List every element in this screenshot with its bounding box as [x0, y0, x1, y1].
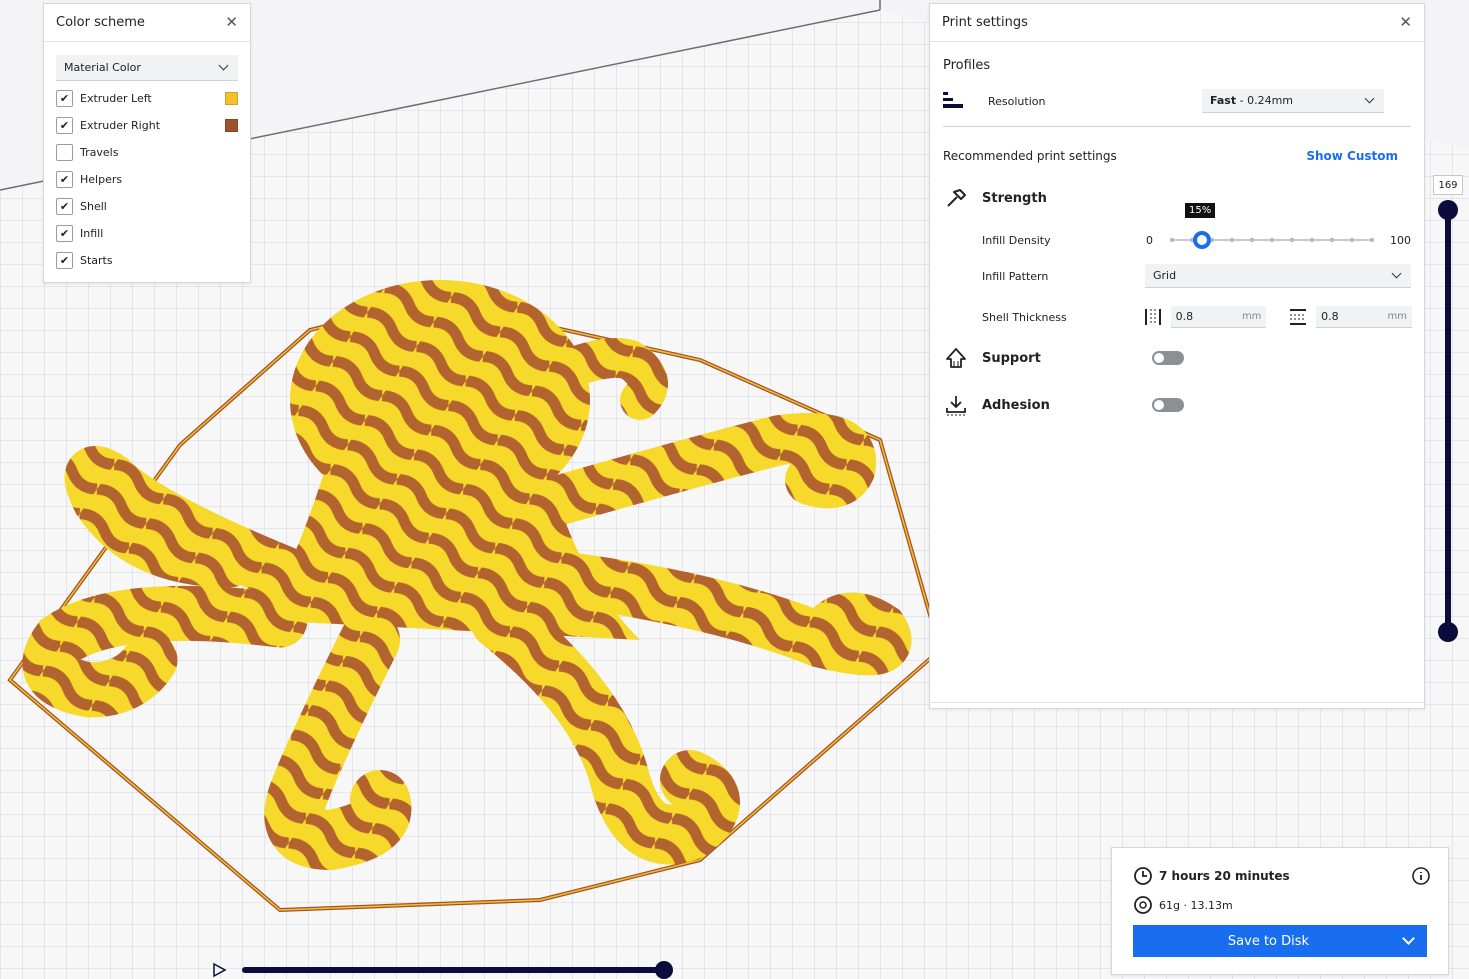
infill-density-label: Infill Density [982, 233, 1051, 247]
chevron-down-icon [1391, 268, 1402, 279]
checkbox-checked[interactable]: ✔ [56, 171, 73, 188]
infill-pattern-label: Infill Pattern [982, 269, 1049, 283]
adhesion-icon [946, 396, 966, 416]
close-icon[interactable]: ✕ [1399, 15, 1412, 30]
color-swatch [225, 92, 238, 105]
infill-density-tooltip: 15% [1185, 203, 1216, 218]
color-scheme-item[interactable]: ✔ Shell [44, 193, 250, 220]
color-scheme-header: Color scheme ✕ [44, 4, 250, 42]
chevron-down-icon[interactable] [1402, 932, 1415, 945]
resolution-icon [943, 92, 963, 108]
infill-pattern-select[interactable]: Grid [1145, 264, 1411, 288]
layer-slider-top-handle [1438, 200, 1458, 220]
slider-tick [1229, 237, 1235, 243]
slider-tick [1249, 237, 1255, 243]
color-scheme-item[interactable]: ✔ Extruder Left [44, 85, 250, 112]
clock-icon [1134, 867, 1152, 885]
resolution-value: Fast - 0.24mm [1210, 94, 1293, 107]
color-scheme-item[interactable]: ✔ Infill [44, 220, 250, 247]
resolution-label: Resolution [988, 94, 1046, 108]
print-time: 7 hours 20 minutes [1159, 869, 1290, 883]
resolution-select[interactable]: Fast - 0.24mm [1202, 89, 1384, 113]
strength-heading: Strength [982, 190, 1047, 206]
color-scheme-item[interactable]: ✔ Helpers [44, 166, 250, 193]
layer-slider-bottom-handle [1438, 622, 1458, 642]
print-summary-panel: 7 hours 20 minutes 61g · 13.13m Save to … [1111, 847, 1449, 975]
infill-density-min: 0 [1146, 233, 1153, 247]
color-scheme-panel: Color scheme ✕ Material Color ✔ Extruder … [43, 3, 251, 283]
slider-tick [1369, 237, 1374, 243]
info-icon[interactable] [1411, 866, 1431, 886]
shell-thickness-label: Shell Thickness [982, 310, 1067, 324]
color-scheme-select[interactable]: Material Color [56, 55, 238, 81]
support-toggle[interactable] [1152, 351, 1184, 365]
color-scheme-item[interactable]: ✔ Starts [44, 247, 250, 274]
support-heading: Support [982, 350, 1041, 366]
divider [943, 126, 1411, 127]
color-scheme-item-label: Travels [80, 146, 119, 159]
chevron-down-icon [1364, 93, 1375, 104]
color-scheme-item-label: Extruder Left [80, 92, 152, 105]
layer-view-handle [655, 961, 673, 979]
color-scheme-select-value: Material Color [64, 61, 141, 74]
slider-tick [1349, 237, 1355, 243]
spool-icon [1134, 896, 1152, 914]
color-scheme-title: Color scheme [56, 15, 145, 30]
color-scheme-item-label: Shell [80, 200, 107, 213]
slider-tick [1289, 237, 1295, 243]
wall-thickness-input[interactable]: 0.8 mm [1170, 306, 1267, 328]
color-scheme-item-label: Infill [80, 227, 104, 240]
color-scheme-item-label: Starts [80, 254, 113, 267]
infill-density-slider[interactable] [1170, 228, 1374, 252]
layer-number-field[interactable]: 169 [1433, 175, 1463, 195]
print-settings-header: Print settings ✕ [930, 4, 1424, 42]
checkbox-checked[interactable]: ✔ [56, 90, 73, 107]
checkbox-checked[interactable]: ✔ [56, 198, 73, 215]
infill-pattern-value: Grid [1153, 269, 1177, 282]
print-settings-title: Print settings [942, 15, 1028, 30]
chevron-down-icon [218, 60, 229, 71]
adhesion-toggle[interactable] [1152, 398, 1184, 412]
checkbox-checked[interactable]: ✔ [56, 117, 73, 134]
top-bottom-thickness-input[interactable]: 0.8 mm [1316, 306, 1412, 328]
slider-tick [1329, 237, 1335, 243]
color-swatch [225, 119, 238, 132]
material-usage: 61g · 13.13m [1159, 898, 1233, 912]
hammer-icon [947, 189, 966, 207]
panel-resize-handle[interactable] [930, 702, 1424, 708]
support-icon [946, 348, 966, 368]
checkbox-checked[interactable]: ✔ [56, 252, 73, 269]
color-scheme-item[interactable]: Travels [44, 139, 250, 166]
save-to-disk-label: Save to Disk [1227, 933, 1310, 949]
slider-handle [1193, 231, 1211, 249]
slider-tick [1269, 237, 1275, 243]
color-scheme-list: ✔ Extruder Left ✔ Extruder Right Travels ✔ Hel… [44, 85, 250, 274]
show-custom-link[interactable]: Show Custom [1306, 149, 1398, 163]
wall-thickness-icon [1144, 309, 1161, 325]
slider-tick [1170, 237, 1175, 243]
slider-tick [1309, 237, 1315, 243]
recommended-heading: Recommended print settings [943, 149, 1117, 163]
color-scheme-item-label: Helpers [80, 173, 123, 186]
profiles-heading: Profiles [943, 58, 991, 73]
color-scheme-item[interactable]: ✔ Extruder Right [44, 112, 250, 139]
infill-density-max: 100 [1390, 233, 1411, 247]
checkbox-unchecked[interactable] [56, 144, 73, 161]
color-scheme-item-label: Extruder Right [80, 119, 161, 132]
save-to-disk-button[interactable]: Save to Disk [1133, 925, 1427, 957]
adhesion-heading: Adhesion [982, 397, 1050, 413]
print-settings-panel: Print settings ✕ Profiles Resolution Fas… [929, 3, 1425, 709]
top-bottom-thickness-icon [1290, 309, 1307, 325]
checkbox-checked[interactable]: ✔ [56, 225, 73, 242]
close-icon[interactable]: ✕ [225, 15, 238, 30]
